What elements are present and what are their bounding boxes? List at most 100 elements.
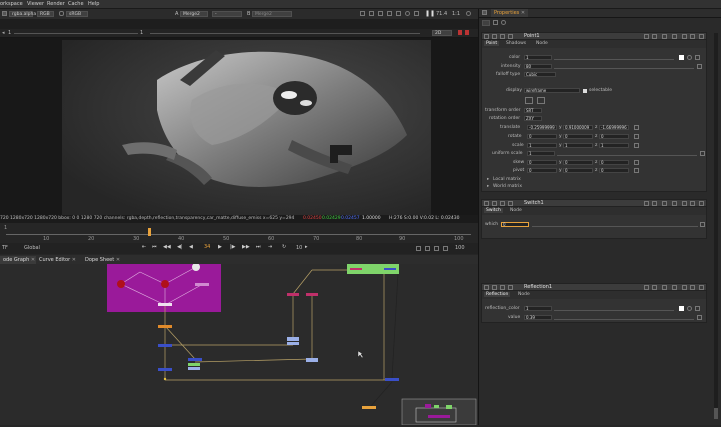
close-icon[interactable] (699, 285, 704, 290)
close-icon[interactable]: ✕ (116, 257, 120, 263)
tab-properties[interactable]: Properties ✕ (491, 9, 529, 17)
which-slider[interactable] (532, 222, 698, 227)
uniform-scale-field[interactable]: 1 (527, 151, 555, 156)
pane-menu-icon[interactable] (482, 10, 487, 15)
intensity-field[interactable]: 80 (524, 64, 552, 69)
skew-z-field[interactable]: 0 (599, 160, 629, 165)
tab-node[interactable]: Node (534, 41, 550, 46)
value-slider[interactable] (554, 315, 694, 320)
center-icon[interactable] (500, 201, 505, 206)
revert-icon[interactable] (662, 285, 667, 290)
tab-switch[interactable]: Switch (484, 208, 503, 213)
close-icon[interactable]: ✕ (521, 10, 525, 16)
panel-title[interactable]: Reflection1 (524, 284, 552, 290)
lock-panels-icon[interactable] (501, 20, 506, 25)
flipbook-icon[interactable] (416, 246, 421, 251)
help-icon[interactable] (672, 201, 677, 206)
skip-start-icon[interactable]: ⏮ (152, 244, 157, 250)
lock-range-icon[interactable] (434, 246, 439, 251)
rotate-y-field[interactable]: 0 (563, 134, 593, 139)
rgb-dropdown[interactable]: RGB (37, 11, 54, 17)
menu-viewer[interactable]: Viewer (27, 1, 44, 7)
display-dropdown[interactable]: wireframe (524, 88, 580, 93)
tab-dope-sheet[interactable]: Dope Sheet ✕ (82, 256, 124, 264)
uniform-scale-slider[interactable] (557, 151, 697, 156)
color-swatch[interactable] (679, 55, 684, 60)
prev-key-icon[interactable]: ◀◀ (163, 244, 171, 250)
gain-value[interactable]: 71.4 (436, 11, 447, 17)
ip-icon[interactable] (405, 11, 410, 16)
record-icon[interactable] (465, 30, 469, 35)
scale-z-field[interactable]: 1 (599, 143, 629, 148)
mask-icon[interactable] (387, 11, 392, 16)
frame-left-value[interactable]: 1 (8, 30, 11, 36)
switch-node[interactable] (306, 358, 318, 362)
collapse-icon[interactable] (492, 201, 497, 206)
curve-icon[interactable] (700, 222, 705, 227)
collapse-icon[interactable] (492, 34, 497, 39)
color-icon[interactable] (508, 201, 513, 206)
merge-node[interactable] (158, 368, 172, 371)
selectable-checkbox[interactable] (583, 89, 587, 93)
float-icon[interactable] (682, 285, 687, 290)
pivot-x-field[interactable]: 0 (527, 168, 557, 173)
curve-icon[interactable] (634, 134, 639, 139)
curve-icon[interactable] (634, 125, 639, 130)
world-matrix-toggle[interactable]: World matrix (493, 184, 522, 189)
revert-icon[interactable] (662, 201, 667, 206)
color-icon[interactable] (508, 285, 513, 290)
translate-x-field[interactable]: -0.25999999 (527, 125, 557, 130)
skip-end-icon[interactable]: ⏭ (256, 244, 261, 250)
tab-point[interactable]: Point (484, 41, 500, 46)
menu-cache[interactable]: Cache (68, 1, 84, 7)
undo-icon[interactable] (644, 201, 649, 206)
out-point-icon[interactable]: ⇥ (268, 244, 272, 250)
channel-set-icon[interactable] (2, 11, 7, 16)
scrollbar-thumb[interactable] (714, 408, 718, 419)
intensity-slider[interactable] (554, 64, 694, 69)
input-b-dropdown[interactable]: Merge2 (252, 11, 292, 17)
point-light-node[interactable] (117, 280, 125, 288)
point-node[interactable] (287, 293, 299, 296)
curve-icon[interactable] (697, 315, 702, 320)
lut-icon[interactable] (59, 11, 64, 16)
falloff-dropdown[interactable]: Cubic (524, 72, 556, 77)
fps-dropdown[interactable]: TF (2, 245, 8, 251)
undo-icon[interactable] (644, 285, 649, 290)
read-node[interactable] (188, 363, 200, 366)
roi-icon[interactable] (360, 11, 365, 16)
maximize-icon[interactable] (690, 285, 695, 290)
node-card[interactable] (195, 283, 209, 286)
increment-value[interactable]: 10 (296, 245, 302, 251)
curve-icon[interactable] (695, 306, 700, 311)
cache-icon[interactable] (425, 246, 430, 251)
prev-frame-icon[interactable]: ◀| (177, 244, 183, 250)
proxy-icon[interactable] (466, 11, 471, 16)
maximize-icon[interactable] (690, 34, 695, 39)
skew-x-field[interactable]: 0 (527, 160, 557, 165)
undo-icon[interactable] (644, 34, 649, 39)
help-icon[interactable] (672, 34, 677, 39)
grade-node[interactable] (158, 325, 172, 328)
snap-icon[interactable] (537, 97, 545, 104)
merge-mode-dropdown[interactable]: - (212, 11, 242, 17)
float-icon[interactable] (682, 201, 687, 206)
panel-title[interactable]: Point1 (524, 33, 540, 39)
color-field[interactable]: 1 (524, 55, 552, 60)
max-panels-field[interactable] (482, 20, 490, 26)
float-icon[interactable] (682, 34, 687, 39)
color-icon[interactable] (508, 34, 513, 39)
tab-reflection[interactable]: Reflection (484, 292, 511, 297)
color-wheel-icon[interactable] (687, 306, 692, 311)
playhead[interactable] (148, 228, 151, 236)
close-icon[interactable] (699, 201, 704, 206)
scope-dropdown[interactable]: Global (24, 245, 40, 251)
clear-panels-icon[interactable] (493, 20, 498, 25)
pivot-z-field[interactable]: 0 (599, 168, 629, 173)
menu-workspace[interactable]: orkspace (0, 1, 23, 7)
scale-y-field[interactable]: 1 (563, 143, 593, 148)
curve-icon[interactable] (695, 55, 700, 60)
point-light-node[interactable] (161, 280, 169, 288)
node-graph[interactable] (0, 263, 478, 426)
rotate-z-field[interactable]: 0 (599, 134, 629, 139)
